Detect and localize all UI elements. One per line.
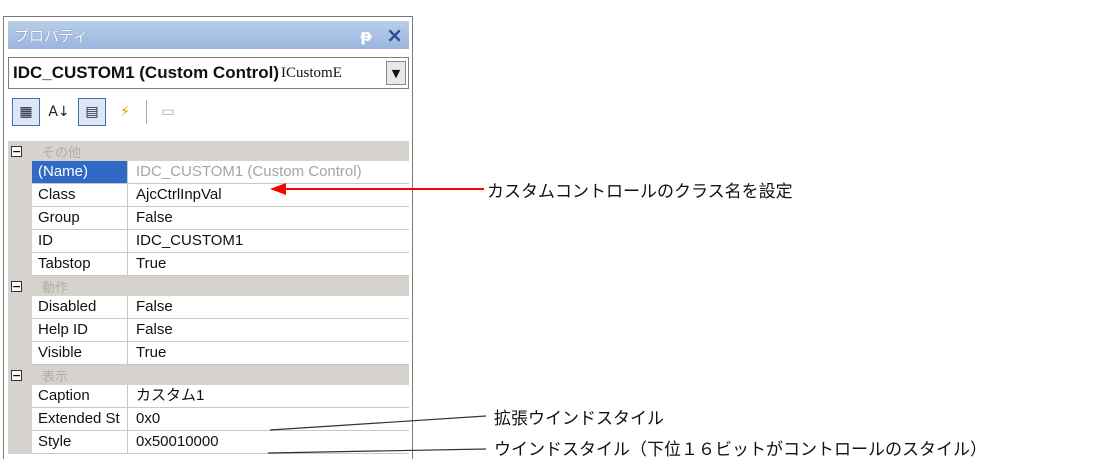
property-row-class[interactable]: Class AjcCtrlInpVal [8, 184, 409, 207]
object-type: ICustomE [281, 64, 342, 81]
categorized-icon[interactable]: ▦ [12, 98, 40, 126]
property-row-visible[interactable]: Visible True [8, 342, 409, 365]
property-row-extended-style[interactable]: Extended St 0x0 [8, 408, 409, 431]
category-misc[interactable]: − その他 [8, 141, 409, 161]
events-icon[interactable]: ⚡ [111, 98, 139, 126]
class-callout-text: カスタムコントロールのクラス名を設定 [487, 182, 793, 202]
alphabetical-sort-icon[interactable]: A↓ [45, 98, 73, 126]
property-value[interactable]: 0x0 [128, 408, 409, 431]
property-row-help-id[interactable]: Help ID False [8, 319, 409, 342]
category-appearance[interactable]: − 表示 [8, 365, 409, 385]
property-grid: − その他 (Name) IDC_CUSTOM1 (Custom Control… [8, 141, 409, 454]
property-row-caption[interactable]: Caption カスタム1 [8, 385, 409, 408]
property-pages-icon[interactable]: ▭ [154, 98, 182, 126]
property-value[interactable]: False [128, 296, 409, 319]
property-name: Help ID [32, 319, 128, 342]
property-value[interactable]: True [128, 342, 409, 365]
property-value[interactable]: False [128, 319, 409, 342]
category-label: 動作 [42, 280, 69, 296]
title-bar[interactable]: プロパティ ᵽ × [8, 21, 409, 49]
property-value[interactable]: カスタム1 [128, 385, 409, 408]
property-row-tabstop[interactable]: Tabstop True [8, 253, 409, 276]
property-name: Extended St [32, 408, 128, 431]
window-title: プロパティ [14, 26, 89, 45]
properties-window: プロパティ ᵽ × IDC_CUSTOM1 (Custom Control) I… [3, 16, 413, 459]
property-row-name[interactable]: (Name) IDC_CUSTOM1 (Custom Control) [8, 161, 409, 184]
category-behavior[interactable]: − 動作 [8, 276, 409, 296]
property-name: Visible [32, 342, 128, 365]
close-icon[interactable]: × [386, 25, 403, 45]
property-name: Class [32, 184, 128, 207]
collapse-icon[interactable]: − [11, 145, 22, 157]
properties-toolbar: ▦ A↓ ▤ ⚡ ▭ [12, 95, 182, 129]
property-row-id[interactable]: ID IDC_CUSTOM1 [8, 230, 409, 253]
style-callout-text: ウインドスタイル（下位１６ビットがコントロールのスタイル） [494, 440, 987, 460]
property-value[interactable]: IDC_CUSTOM1 [128, 230, 409, 253]
property-row-disabled[interactable]: Disabled False [8, 296, 409, 319]
property-value[interactable]: False [128, 207, 409, 230]
object-name: IDC_CUSTOM1 (Custom Control) [13, 63, 280, 82]
pin-icon[interactable]: ᵽ [360, 26, 372, 45]
property-name: (Name) [32, 161, 128, 184]
property-name: Tabstop [32, 253, 128, 276]
category-label: 表示 [42, 369, 69, 385]
collapse-icon[interactable]: − [11, 369, 22, 381]
property-name: Style [32, 431, 128, 454]
chevron-down-icon[interactable]: ▼ [386, 61, 406, 85]
property-value[interactable]: 0x50010000 [128, 431, 409, 454]
toolbar-separator [146, 100, 147, 124]
properties-icon[interactable]: ▤ [78, 98, 106, 126]
property-value[interactable]: True [128, 253, 409, 276]
property-value[interactable]: AjcCtrlInpVal [128, 184, 409, 207]
property-row-group[interactable]: Group False [8, 207, 409, 230]
property-name: ID [32, 230, 128, 253]
category-label: その他 [42, 145, 82, 161]
property-name: Caption [32, 385, 128, 408]
property-name: Group [32, 207, 128, 230]
collapse-icon[interactable]: − [11, 280, 22, 292]
extended-style-callout-text: 拡張ウインドスタイル [494, 409, 664, 429]
object-selector-combo[interactable]: IDC_CUSTOM1 (Custom Control) ICustomE ▼ [8, 57, 409, 89]
property-name: Disabled [32, 296, 128, 319]
property-row-style[interactable]: Style 0x50010000 [8, 431, 409, 454]
property-value: IDC_CUSTOM1 (Custom Control) [128, 161, 409, 184]
